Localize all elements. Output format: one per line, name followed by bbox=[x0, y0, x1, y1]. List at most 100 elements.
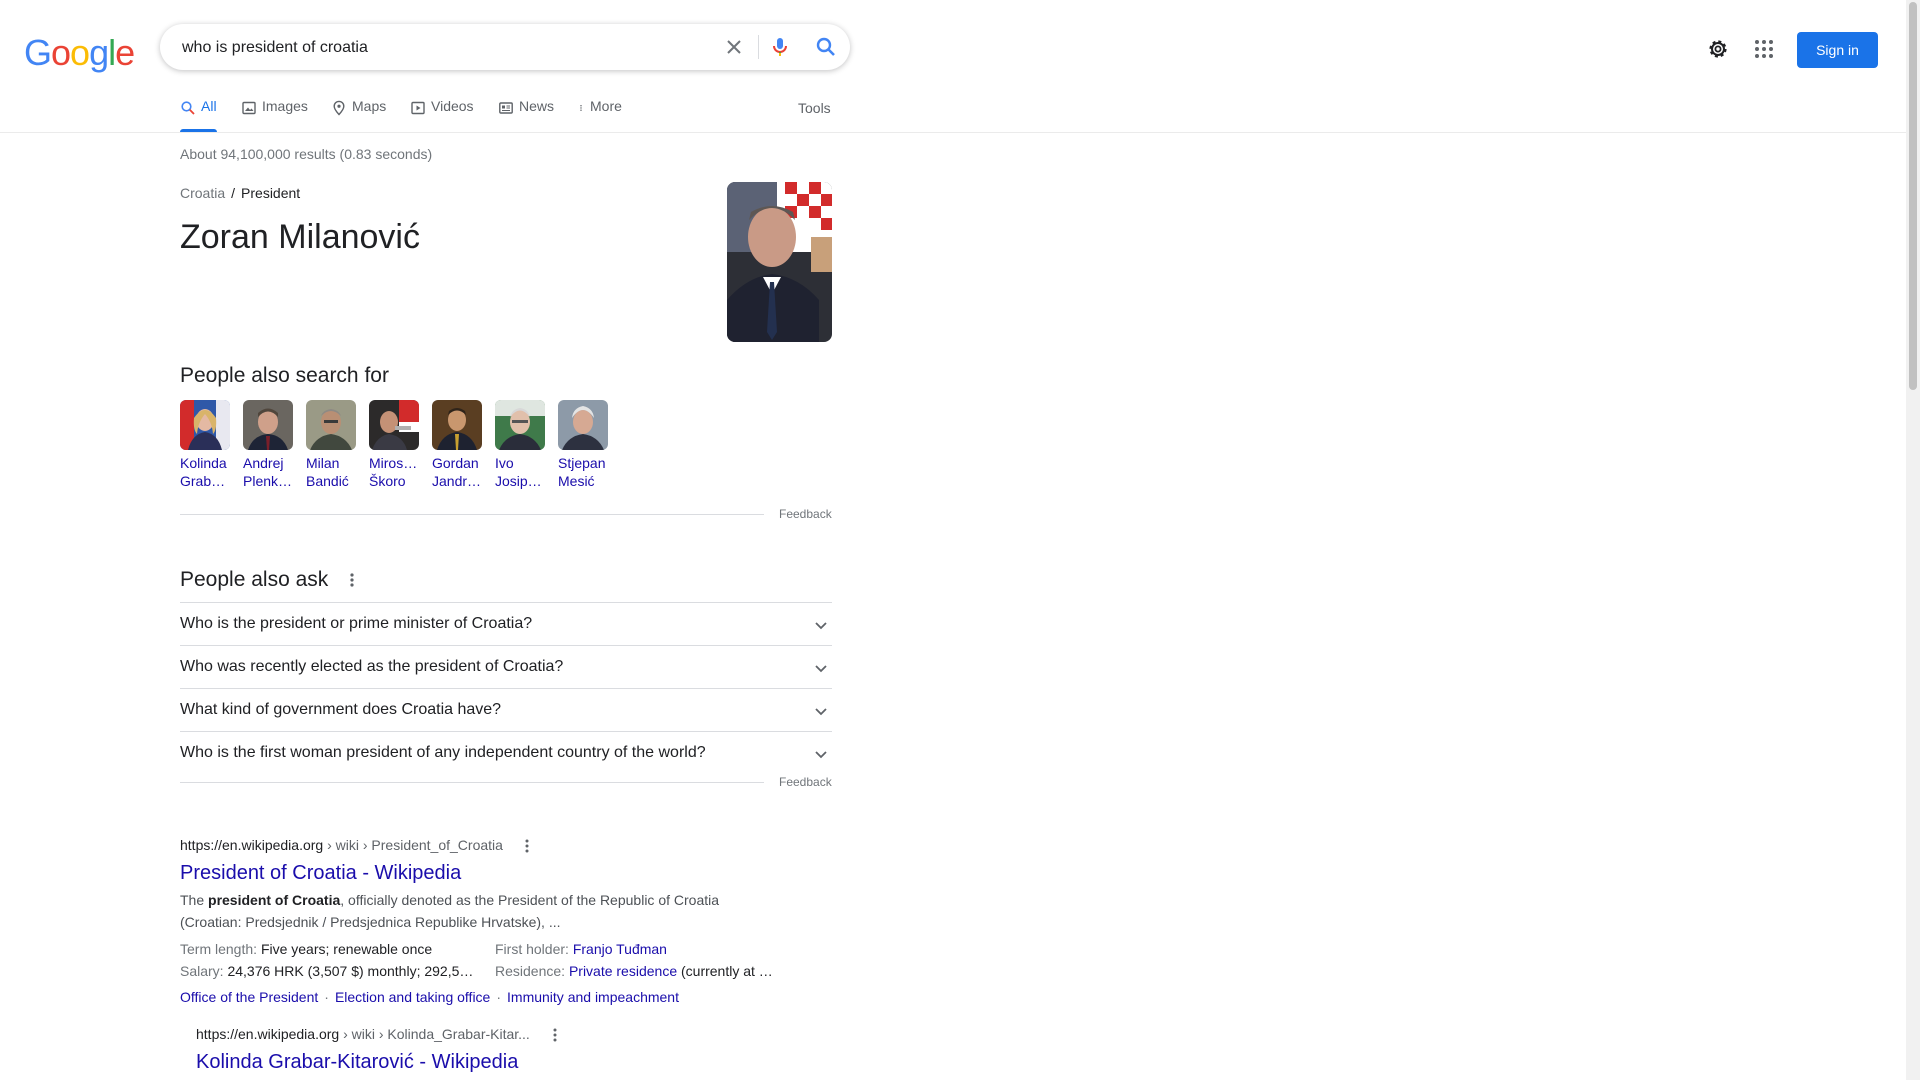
person-name: Andrej Plenk… bbox=[243, 455, 293, 489]
result-snippet: The president of Croatia, officially den… bbox=[180, 892, 720, 930]
person-thumbnail bbox=[306, 400, 356, 450]
google-logo[interactable]: Google bbox=[24, 32, 135, 74]
person-thumbnail bbox=[369, 400, 419, 450]
person-name: Milan Bandić bbox=[306, 455, 349, 489]
breadcrumb-item-croatia[interactable]: Croatia bbox=[180, 185, 225, 201]
person-card-stjepan[interactable]: Stjepan Mesić bbox=[558, 400, 610, 490]
person-thumbnail bbox=[432, 400, 482, 450]
result-attribute-term-length: Term length: Five years; renewable once bbox=[180, 941, 433, 957]
tab-label: More bbox=[590, 98, 622, 114]
paa-question-text: Who was recently elected as the presiden… bbox=[180, 658, 564, 675]
sign-in-button[interactable]: Sign in bbox=[1797, 32, 1878, 68]
tab-label: News bbox=[519, 98, 555, 114]
feedback-link[interactable]: Feedback bbox=[779, 775, 832, 789]
tab-all[interactable]: All bbox=[180, 98, 217, 134]
chevron-down-icon bbox=[815, 665, 827, 673]
section-divider bbox=[180, 514, 764, 515]
search-box-divider bbox=[758, 35, 759, 59]
section-divider bbox=[180, 782, 764, 783]
result-stats: About 94,100,000 results (0.83 seconds) bbox=[180, 146, 433, 162]
people-also-ask-heading: People also ask bbox=[180, 568, 329, 591]
person-name: Kolinda Grab… bbox=[180, 455, 227, 489]
tab-images[interactable]: Images bbox=[241, 98, 308, 134]
search-icon[interactable] bbox=[814, 35, 838, 59]
answer-photo[interactable] bbox=[727, 182, 832, 342]
person-card-andrej[interactable]: Andrej Plenk… bbox=[243, 400, 295, 490]
chevron-down-icon bbox=[815, 708, 827, 716]
result-attribute-salary: Salary: 24,376 HRK (3,507 $) monthly; 29… bbox=[180, 963, 474, 979]
result-domain: https://en.wikipedia.org bbox=[180, 837, 324, 853]
person-card-gordan[interactable]: Gordan Jandr… bbox=[432, 400, 484, 490]
person-card-ivo[interactable]: Ivo Josip… bbox=[495, 400, 547, 490]
person-name: Ivo Josip… bbox=[495, 455, 542, 489]
more-options-icon[interactable] bbox=[348, 571, 356, 589]
result-attribute-first-holder: First holder: Franjo Tuđman bbox=[495, 941, 667, 957]
image-icon bbox=[242, 101, 256, 115]
person-name: Miros… Škoro bbox=[369, 455, 418, 489]
result-path: › wiki › President_of_Croatia bbox=[323, 837, 503, 853]
answer-title: Zoran Milanović bbox=[180, 218, 420, 256]
result-url[interactable]: https://en.wikipedia.org › wiki › Kolind… bbox=[196, 1026, 530, 1042]
paa-question[interactable]: What kind of government does Croatia hav… bbox=[180, 688, 832, 732]
person-thumbnail bbox=[180, 400, 230, 450]
sitelink[interactable]: Immunity and impeachment bbox=[507, 989, 679, 1005]
sitelink[interactable]: Election and taking office bbox=[335, 989, 490, 1005]
page-scrollbar[interactable] bbox=[1906, 0, 1920, 1080]
chevron-down-icon bbox=[815, 622, 827, 630]
news-icon bbox=[499, 102, 513, 114]
residence-link[interactable]: Private residence bbox=[569, 963, 677, 979]
search-results-page: Google who is president of croatia Sign … bbox=[0, 0, 1906, 1080]
tab-label: Maps bbox=[352, 98, 387, 114]
search-box bbox=[160, 24, 850, 70]
tab-news[interactable]: News bbox=[498, 98, 554, 134]
paa-question[interactable]: Who is the president or prime minister o… bbox=[180, 602, 832, 646]
result-path: › wiki › Kolinda_Grabar-Kitar... bbox=[339, 1026, 530, 1042]
google-apps-grid-icon[interactable] bbox=[1752, 37, 1776, 61]
search-icon bbox=[181, 101, 195, 115]
sitelink[interactable]: Office of the President bbox=[180, 989, 318, 1005]
person-card-milan[interactable]: Milan Bandić bbox=[306, 400, 358, 490]
search-input[interactable] bbox=[180, 35, 664, 61]
chevron-down-icon bbox=[815, 751, 827, 759]
header-divider bbox=[0, 132, 1906, 133]
person-thumbnail bbox=[495, 400, 545, 450]
breadcrumb: Croatia / President bbox=[180, 185, 301, 201]
result-options-icon[interactable] bbox=[552, 1027, 558, 1043]
paa-question-text: Who is the president or prime minister o… bbox=[180, 615, 533, 632]
person-thumbnail bbox=[243, 400, 293, 450]
breadcrumb-item-president: President bbox=[241, 185, 301, 201]
people-also-search-heading: People also search for bbox=[180, 364, 389, 387]
play-icon bbox=[411, 101, 425, 115]
more-vert-icon bbox=[580, 105, 582, 111]
settings-gear-icon[interactable] bbox=[1706, 37, 1730, 61]
paa-question[interactable]: Who is the first woman president of any … bbox=[180, 731, 832, 775]
result-options-icon[interactable] bbox=[524, 838, 530, 854]
person-card-miroslav[interactable]: Miros… Škoro bbox=[369, 400, 421, 490]
paa-question[interactable]: Who was recently elected as the presiden… bbox=[180, 645, 832, 689]
tab-label: Images bbox=[262, 98, 308, 114]
tab-label: All bbox=[201, 98, 217, 114]
feedback-link[interactable]: Feedback bbox=[779, 507, 832, 521]
paa-question-text: Who is the first woman president of any … bbox=[180, 744, 706, 761]
person-thumbnail bbox=[558, 400, 608, 450]
first-holder-link[interactable]: Franjo Tuđman bbox=[573, 941, 667, 957]
result-url[interactable]: https://en.wikipedia.org › wiki › Presid… bbox=[180, 837, 503, 853]
map-pin-icon bbox=[333, 100, 345, 116]
clear-icon[interactable] bbox=[722, 35, 746, 59]
person-name: Stjepan Mesić bbox=[558, 455, 606, 489]
result-attribute-residence: Residence: Private residence (currently … bbox=[495, 963, 773, 979]
result-domain: https://en.wikipedia.org bbox=[196, 1026, 340, 1042]
paa-question-text: What kind of government does Croatia hav… bbox=[180, 701, 502, 718]
person-card-kolinda[interactable]: Kolinda Grab… bbox=[180, 400, 232, 490]
microphone-icon[interactable] bbox=[768, 35, 792, 59]
tab-videos[interactable]: Videos bbox=[410, 98, 474, 134]
result-sitelinks: Office of the President · Election and tak… bbox=[180, 989, 679, 1005]
tab-label: Videos bbox=[431, 98, 474, 114]
tab-more[interactable]: More bbox=[577, 98, 622, 134]
tab-maps[interactable]: Maps bbox=[331, 98, 386, 134]
person-name: Gordan Jandr… bbox=[432, 455, 482, 489]
tools-button[interactable]: Tools bbox=[798, 100, 831, 116]
scrollbar-thumb[interactable] bbox=[1909, 2, 1917, 390]
result-title-link[interactable]: Kolinda Grabar-Kitarović - Wikipedia bbox=[196, 1051, 518, 1074]
result-title-link[interactable]: President of Croatia - Wikipedia bbox=[180, 862, 461, 885]
